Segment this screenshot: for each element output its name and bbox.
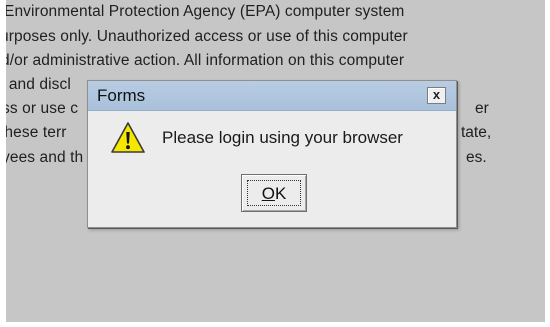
forms-alert-dialog: Forms x Please login using your browser … xyxy=(87,80,457,228)
warning-icon xyxy=(111,122,145,153)
ok-button-label: OK xyxy=(247,180,301,206)
ok-mnemonic: O xyxy=(261,184,275,203)
background-text-line: urposes only. Unauthorized access or use… xyxy=(6,28,408,45)
dialog-titlebar[interactable]: Forms x xyxy=(88,81,456,111)
background-text-line: ss or use c xyxy=(6,100,79,117)
ok-label-rest: K xyxy=(274,184,287,203)
background-text-line: , and discl xyxy=(6,76,71,93)
background-text-line: d/or administrative action. All informat… xyxy=(6,52,405,69)
background-text-line: these terr xyxy=(6,124,67,141)
dialog-title: Forms xyxy=(97,86,146,105)
background-text-fragment: es. xyxy=(466,149,487,166)
dialog-message: Please login using your browser xyxy=(162,128,403,147)
background-text-line: yees and th xyxy=(6,149,84,166)
close-button[interactable]: x xyxy=(427,87,446,104)
close-icon: x xyxy=(432,87,441,102)
background-text-fragment: tate, xyxy=(461,124,492,141)
background-text-fragment: er xyxy=(475,100,489,117)
background-text-line: Environmental Protection Agency (EPA) co… xyxy=(6,3,405,20)
ok-button[interactable]: OK xyxy=(241,174,307,212)
